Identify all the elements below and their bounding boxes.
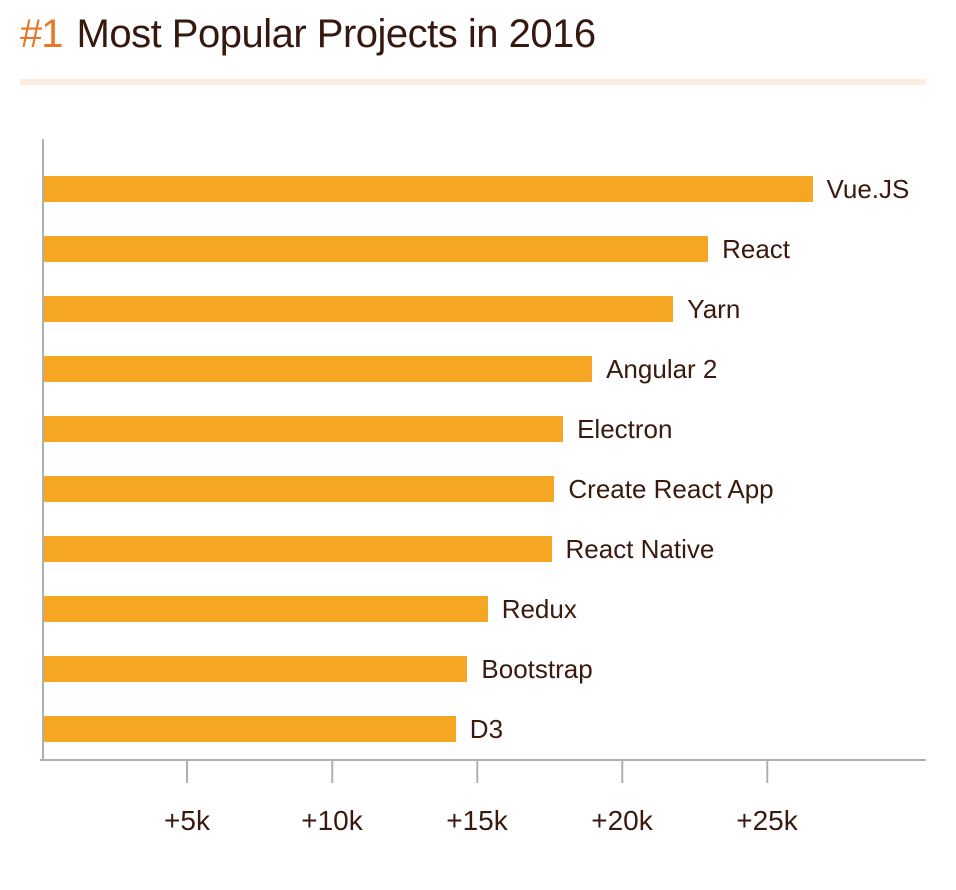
bar-row: Electron — [44, 399, 926, 459]
bar-label: Redux — [502, 594, 577, 625]
bar-row: React — [44, 219, 926, 279]
bar-label: Angular 2 — [606, 354, 717, 385]
bar — [44, 356, 592, 382]
bar-label: Create React App — [568, 474, 773, 505]
bar-chart: Vue.JS React Yarn Angular 2 Electron Create R… — [20, 139, 926, 831]
tick-mark — [41, 761, 43, 783]
bar — [44, 176, 813, 202]
bar-row: Redux — [44, 579, 926, 639]
axis-tick: +15k — [446, 761, 508, 837]
bar-label: React — [722, 234, 790, 265]
bar-row: React Native — [44, 519, 926, 579]
tick-mark — [621, 761, 623, 783]
axis-tick: +20k — [591, 761, 653, 837]
axis-tick: +10k — [301, 761, 363, 837]
bar-label: Bootstrap — [481, 654, 592, 685]
rank-badge: #1 — [20, 12, 63, 57]
chart-title-row: #1 Most Popular Projects in 2016 — [20, 12, 926, 57]
bar-row: Angular 2 — [44, 339, 926, 399]
tick-mark — [766, 761, 768, 783]
tick-label: +25k — [736, 805, 798, 837]
bar-row: Create React App — [44, 459, 926, 519]
chart-title: Most Popular Projects in 2016 — [77, 12, 596, 57]
bar-label: D3 — [470, 714, 503, 745]
bar — [44, 416, 563, 442]
tick-label: +15k — [446, 805, 508, 837]
tick-mark — [331, 761, 333, 783]
bar — [44, 236, 708, 262]
bar — [44, 296, 673, 322]
axis-tick — [41, 761, 43, 805]
page: #1 Most Popular Projects in 2016 Vue.JS R… — [0, 0, 956, 861]
bar-label: Electron — [577, 414, 672, 445]
tick-mark — [186, 761, 188, 783]
bar — [44, 716, 456, 742]
bar-label: React Native — [566, 534, 715, 565]
tick-label: +10k — [301, 805, 363, 837]
bar-row: Bootstrap — [44, 639, 926, 699]
x-axis: +5k+10k+15k+20k+25k — [42, 759, 926, 831]
tick-mark — [476, 761, 478, 783]
bar-row: Yarn — [44, 279, 926, 339]
bar-label: Yarn — [687, 294, 740, 325]
bar-row: D3 — [44, 699, 926, 759]
divider — [20, 79, 926, 85]
bar-row: Vue.JS — [44, 159, 926, 219]
tick-label: +20k — [591, 805, 653, 837]
bar — [44, 476, 554, 502]
bar — [44, 536, 552, 562]
axis-tick: +5k — [164, 761, 210, 837]
bar-label: Vue.JS — [827, 174, 910, 205]
bar — [44, 656, 467, 682]
axis-tick: +25k — [736, 761, 798, 837]
plot-area: Vue.JS React Yarn Angular 2 Electron Create R… — [42, 139, 926, 759]
bar — [44, 596, 488, 622]
tick-label: +5k — [164, 805, 210, 837]
